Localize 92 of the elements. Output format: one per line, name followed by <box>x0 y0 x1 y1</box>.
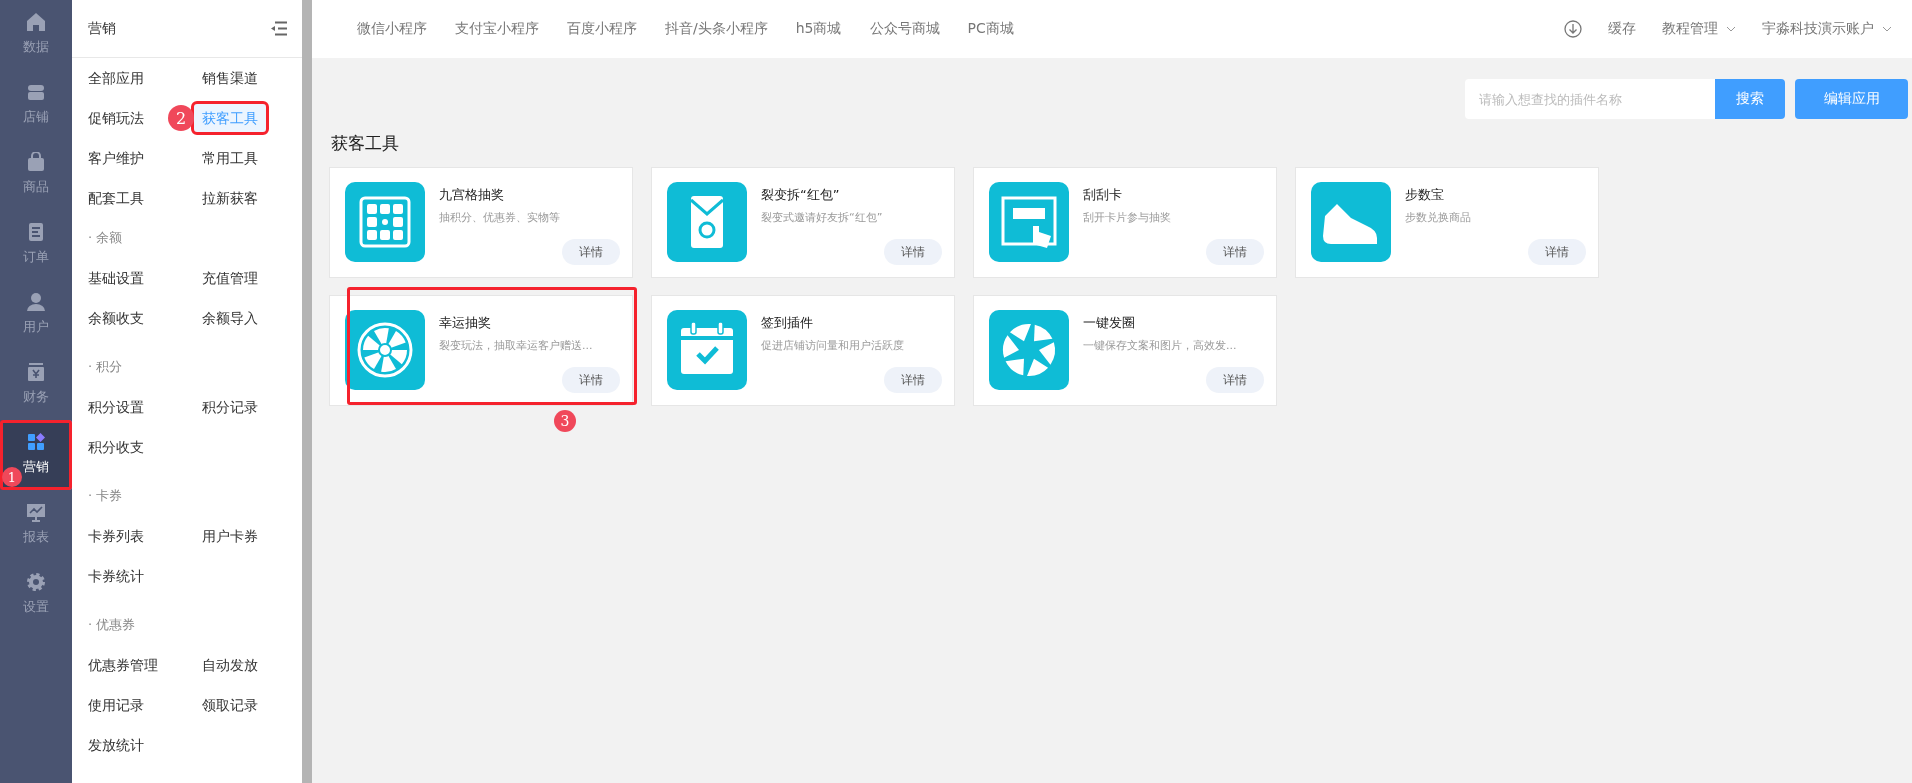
channel-tab[interactable]: 支付宝小程序 <box>455 20 539 38</box>
group-heading: · 卡券 <box>88 487 124 505</box>
channel-tab[interactable]: 抖音/头条小程序 <box>665 20 768 38</box>
menu-item[interactable]: 积分设置 <box>80 393 152 421</box>
chart-icon <box>26 502 46 522</box>
nav-label: 用户 <box>23 318 49 336</box>
menu-item[interactable]: 配套工具 <box>80 184 152 212</box>
bag-icon <box>26 152 46 172</box>
grid-icon <box>345 182 425 262</box>
channel-tab[interactable]: 公众号商城 <box>869 20 940 38</box>
shoe-icon <box>1311 182 1391 262</box>
menu-item[interactable]: 积分收支 <box>80 433 152 461</box>
group-heading: · 优惠券 <box>88 616 137 634</box>
nav-label: 营销 <box>23 458 49 476</box>
menu-item[interactable]: 领取记录 <box>194 691 266 719</box>
menu-item[interactable]: 常用工具 <box>194 144 266 172</box>
menu-item[interactable]: 使用记录 <box>80 691 152 719</box>
menu-item[interactable]: 卡券统计 <box>80 562 152 590</box>
channel-tab[interactable]: 百度小程序 <box>567 20 637 38</box>
calendar-icon <box>667 310 747 390</box>
account-menu[interactable]: 宇淼科技演示账户 <box>1762 20 1874 38</box>
card-description: 步数兑换商品 <box>1405 210 1472 225</box>
card-title: 幸运抽奖 <box>439 314 492 332</box>
nav-label: 订单 <box>23 248 49 266</box>
menu-item[interactable]: 用户卡券 <box>194 522 266 550</box>
menu-item[interactable]: 充值管理 <box>194 264 266 292</box>
chevron-down-icon <box>1726 26 1736 32</box>
step-badge: 3 <box>554 410 576 432</box>
nav-label: 报表 <box>23 528 49 546</box>
menu-item[interactable]: 卡券列表 <box>80 522 152 550</box>
menu-item[interactable]: 拉新获客 <box>194 184 266 212</box>
cache-link[interactable]: 缓存 <box>1608 20 1636 38</box>
menu-item[interactable]: 余额收支 <box>80 304 152 332</box>
card-title: 步数宝 <box>1405 186 1445 204</box>
details-button[interactable]: 详情 <box>562 239 620 265</box>
money-icon <box>26 362 46 382</box>
wheel-icon <box>345 310 425 390</box>
menu-collapse-icon[interactable] <box>270 21 288 36</box>
card-title: 九宫格抽奖 <box>439 186 505 204</box>
aperture-icon <box>989 310 1069 390</box>
menu-item[interactable]: 积分记录 <box>194 393 266 421</box>
nav-label: 设置 <box>23 598 49 616</box>
settings-icon <box>26 572 46 592</box>
chevron-down-icon <box>1882 26 1892 32</box>
details-button[interactable]: 详情 <box>562 367 620 393</box>
details-button[interactable]: 详情 <box>1206 239 1264 265</box>
scrollbar[interactable] <box>302 0 312 783</box>
card-title: 一键发圈 <box>1083 314 1136 332</box>
menu-item[interactable]: 余额导入 <box>194 304 266 332</box>
menu-item[interactable]: 自动发放 <box>194 651 266 679</box>
nav-label: 商品 <box>23 178 49 196</box>
group-heading: · 积分 <box>88 358 124 376</box>
card-title: 签到插件 <box>761 314 814 332</box>
card-description: 一键保存文案和图片，高效发... <box>1083 338 1238 353</box>
menu-item[interactable]: 优惠券管理 <box>80 651 166 679</box>
menu-item[interactable]: 基础设置 <box>80 264 152 292</box>
details-button[interactable]: 详情 <box>1528 239 1586 265</box>
download-icon[interactable] <box>1564 20 1582 38</box>
card-description: 抽积分、优惠券、实物等 <box>439 210 561 225</box>
envelope-icon <box>667 182 747 262</box>
scratch-card-icon <box>989 182 1069 262</box>
group-heading: · 余额 <box>88 229 124 247</box>
document-icon <box>26 222 46 242</box>
home-icon <box>26 12 46 32</box>
channel-tab[interactable]: h5商城 <box>795 20 842 38</box>
menu-title: 营销 <box>88 19 116 38</box>
menu-item[interactable]: 全部应用 <box>80 64 152 92</box>
search-field[interactable]: 请输入想查找的插件名称 <box>1465 79 1715 119</box>
details-button[interactable]: 详情 <box>884 239 942 265</box>
menu-item[interactable]: 客户维护 <box>80 144 152 172</box>
details-button[interactable]: 详情 <box>884 367 942 393</box>
section-title: 获客工具 <box>331 132 400 155</box>
nav-label: 财务 <box>23 388 49 406</box>
menu-item[interactable]: 促销玩法 <box>80 104 152 132</box>
nav-label: 店铺 <box>23 108 49 126</box>
card-description: 刮开卡片参与抽奖 <box>1083 210 1172 225</box>
channel-tab[interactable]: 微信小程序 <box>357 20 427 38</box>
card-description: 裂变玩法，抽取幸运客户赠送... <box>439 338 594 353</box>
card-title: 刮刮卡 <box>1083 186 1123 204</box>
user-icon <box>26 292 46 312</box>
details-button[interactable]: 详情 <box>1206 367 1264 393</box>
menu-item[interactable]: 发放统计 <box>80 731 152 759</box>
tutorial-menu[interactable]: 教程管理 <box>1662 20 1718 38</box>
channel-tab[interactable]: PC商城 <box>967 20 1014 38</box>
card-description: 促进店铺访问量和用户活跃度 <box>761 338 905 353</box>
store-icon <box>26 82 46 102</box>
card-description: 裂变式邀请好友拆“红包” <box>761 210 884 225</box>
step-badge: 2 <box>168 105 194 131</box>
menu-item[interactable]: 销售渠道 <box>194 64 266 92</box>
apps-icon <box>26 432 46 452</box>
nav-label: 数据 <box>23 38 49 56</box>
card-title: 裂变拆“红包” <box>761 186 841 204</box>
